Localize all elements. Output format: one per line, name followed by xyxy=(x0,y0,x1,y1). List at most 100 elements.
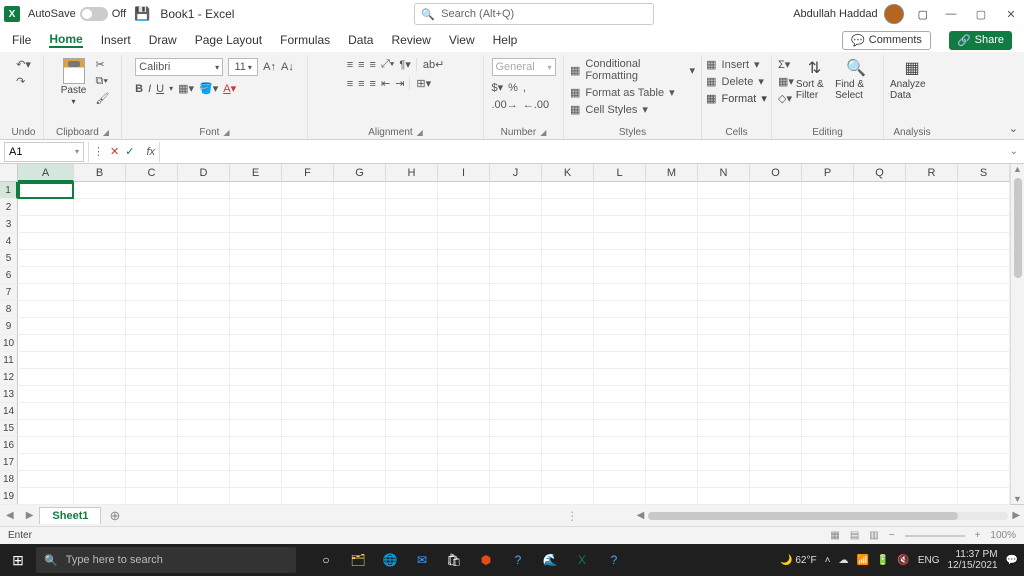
cell-C7[interactable] xyxy=(126,284,178,301)
toggle-switch[interactable] xyxy=(80,7,108,21)
cell-L10[interactable] xyxy=(594,335,646,352)
cell-F1[interactable] xyxy=(282,182,334,199)
cell-I11[interactable] xyxy=(438,352,490,369)
cell-B4[interactable] xyxy=(74,233,126,250)
cell-H13[interactable] xyxy=(386,386,438,403)
row-header-16[interactable]: 16 xyxy=(0,437,18,454)
cell-P12[interactable] xyxy=(802,369,854,386)
cell-N6[interactable] xyxy=(698,267,750,284)
column-header-A[interactable]: A xyxy=(18,164,74,182)
row-header-18[interactable]: 18 xyxy=(0,471,18,488)
wifi-tray-icon[interactable]: 📶 xyxy=(856,555,868,566)
cell-D16[interactable] xyxy=(178,437,230,454)
cell-K14[interactable] xyxy=(542,403,594,420)
decrease-indent-icon[interactable]: ⇤ xyxy=(381,77,390,90)
cell-B1[interactable] xyxy=(74,182,126,199)
cell-G9[interactable] xyxy=(334,318,386,335)
cell-I4[interactable] xyxy=(438,233,490,250)
cell-F15[interactable] xyxy=(282,420,334,437)
copy-icon[interactable]: ⧉▾ xyxy=(96,75,110,88)
cell-J12[interactable] xyxy=(490,369,542,386)
select-all-corner[interactable] xyxy=(0,164,18,182)
cell-N9[interactable] xyxy=(698,318,750,335)
cell-A12[interactable] xyxy=(18,369,74,386)
cell-S11[interactable] xyxy=(958,352,1010,369)
cell-D5[interactable] xyxy=(178,250,230,267)
cell-G7[interactable] xyxy=(334,284,386,301)
cell-F2[interactable] xyxy=(282,199,334,216)
column-header-E[interactable]: E xyxy=(230,164,282,182)
cell-R19[interactable] xyxy=(906,488,958,505)
cell-A3[interactable] xyxy=(18,216,74,233)
cell-K9[interactable] xyxy=(542,318,594,335)
cell-O14[interactable] xyxy=(750,403,802,420)
sheet-nav-next-icon[interactable]: ▶ xyxy=(20,510,40,521)
cell-K10[interactable] xyxy=(542,335,594,352)
cell-L1[interactable] xyxy=(594,182,646,199)
cell-L6[interactable] xyxy=(594,267,646,284)
cell-S18[interactable] xyxy=(958,471,1010,488)
cell-C19[interactable] xyxy=(126,488,178,505)
cell-Q4[interactable] xyxy=(854,233,906,250)
cell-J16[interactable] xyxy=(490,437,542,454)
cell-C2[interactable] xyxy=(126,199,178,216)
cell-R10[interactable] xyxy=(906,335,958,352)
italic-button[interactable]: I xyxy=(148,83,151,95)
cell-E16[interactable] xyxy=(230,437,282,454)
tab-view[interactable]: View xyxy=(449,33,475,47)
cell-G16[interactable] xyxy=(334,437,386,454)
cell-N13[interactable] xyxy=(698,386,750,403)
cell-A2[interactable] xyxy=(18,199,74,216)
row-header-5[interactable]: 5 xyxy=(0,250,18,267)
cell-O7[interactable] xyxy=(750,284,802,301)
cell-S16[interactable] xyxy=(958,437,1010,454)
row-headers[interactable]: 12345678910111213141516171819 xyxy=(0,182,18,505)
cell-P14[interactable] xyxy=(802,403,854,420)
row-header-1[interactable]: 1 xyxy=(0,182,18,199)
cell-D12[interactable] xyxy=(178,369,230,386)
cell-J15[interactable] xyxy=(490,420,542,437)
zoom-in-icon[interactable]: + xyxy=(975,530,981,541)
cell-L9[interactable] xyxy=(594,318,646,335)
cell-Q6[interactable] xyxy=(854,267,906,284)
scroll-up-icon[interactable]: ▲ xyxy=(1013,164,1022,174)
weather-widget[interactable]: 🌙 62°F xyxy=(780,555,816,566)
row-header-13[interactable]: 13 xyxy=(0,386,18,403)
cell-R9[interactable] xyxy=(906,318,958,335)
cell-Q3[interactable] xyxy=(854,216,906,233)
underline-button[interactable]: U xyxy=(156,83,164,95)
row-header-9[interactable]: 9 xyxy=(0,318,18,335)
cell-H2[interactable] xyxy=(386,199,438,216)
cell-M5[interactable] xyxy=(646,250,698,267)
view-normal-icon[interactable]: ▦ xyxy=(830,530,839,541)
cell-H18[interactable] xyxy=(386,471,438,488)
cell-I3[interactable] xyxy=(438,216,490,233)
cell-M19[interactable] xyxy=(646,488,698,505)
cell-R7[interactable] xyxy=(906,284,958,301)
cell-R6[interactable] xyxy=(906,267,958,284)
tray-chevron-icon[interactable]: ˄ xyxy=(825,555,831,566)
cell-F5[interactable] xyxy=(282,250,334,267)
language-indicator[interactable]: ENG xyxy=(918,555,940,566)
comma-style-icon[interactable]: , xyxy=(523,82,526,94)
cell-N18[interactable] xyxy=(698,471,750,488)
cell-I12[interactable] xyxy=(438,369,490,386)
font-launcher-icon[interactable]: ◢ xyxy=(223,128,229,137)
cell-G10[interactable] xyxy=(334,335,386,352)
cell-O15[interactable] xyxy=(750,420,802,437)
taskbar-search[interactable]: 🔍 Type here to search xyxy=(36,547,296,573)
expand-formula-bar-icon[interactable]: ⌄ xyxy=(1004,146,1024,157)
cell-D18[interactable] xyxy=(178,471,230,488)
formula-input[interactable] xyxy=(160,142,1004,162)
cell-P10[interactable] xyxy=(802,335,854,352)
cell-G4[interactable] xyxy=(334,233,386,250)
cell-H10[interactable] xyxy=(386,335,438,352)
cell-K5[interactable] xyxy=(542,250,594,267)
cell-Q8[interactable] xyxy=(854,301,906,318)
cell-G19[interactable] xyxy=(334,488,386,505)
cell-P3[interactable] xyxy=(802,216,854,233)
cell-K3[interactable] xyxy=(542,216,594,233)
cell-C8[interactable] xyxy=(126,301,178,318)
cell-I18[interactable] xyxy=(438,471,490,488)
cell-H17[interactable] xyxy=(386,454,438,471)
